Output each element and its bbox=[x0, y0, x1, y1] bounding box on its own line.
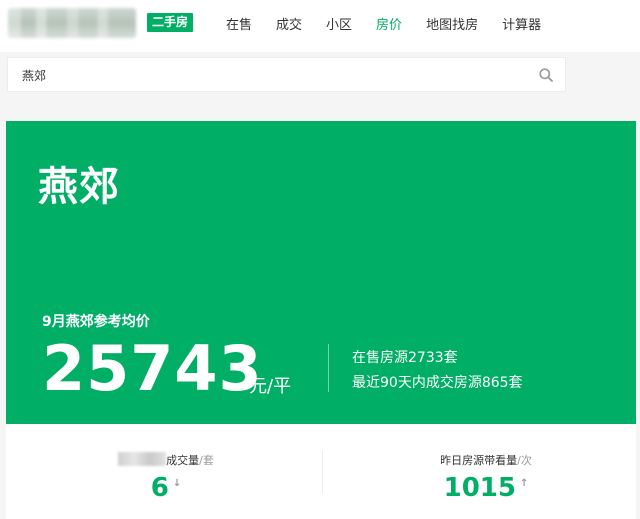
arrow-down-icon: ↓ bbox=[172, 478, 182, 489]
stat-label: 成交量/套 bbox=[16, 452, 316, 468]
search-bar bbox=[7, 57, 566, 92]
header: 二手房 在售 成交 小区 房价 地图找房 计算器 bbox=[0, 0, 640, 52]
stat-value: 6 ↓ bbox=[150, 473, 182, 503]
main-nav: 在售 成交 小区 房价 地图找房 计算器 bbox=[226, 14, 541, 33]
search-input[interactable] bbox=[22, 66, 522, 84]
price-hero: 燕郊 9月燕郊参考均价 25743 元/平 在售房源2733套 最近90天内成交… bbox=[6, 121, 636, 424]
average-price: 25743 bbox=[42, 332, 263, 405]
nav-item-map-search[interactable]: 地图找房 bbox=[426, 14, 478, 33]
logo[interactable] bbox=[8, 8, 136, 38]
stat-value: 1015 ↑ bbox=[443, 473, 529, 503]
stat-label: 昨日房源带看量/次 bbox=[440, 454, 532, 467]
page-title: 燕郊 bbox=[38, 164, 120, 210]
price-label: 9月燕郊参考均价 bbox=[42, 314, 150, 330]
stats-panel: 成交量/套 6 ↓ 昨日房源带看量/次 1015 ↑ bbox=[6, 424, 636, 519]
recent-sold-count[interactable]: 最近90天内成交房源865套 bbox=[352, 372, 523, 392]
nav-item-prices[interactable]: 房价 bbox=[376, 14, 402, 33]
price-unit: 元/平 bbox=[249, 376, 292, 397]
divider bbox=[322, 450, 323, 494]
search-icon[interactable] bbox=[539, 68, 553, 82]
nav-item-community[interactable]: 小区 bbox=[326, 14, 352, 33]
divider bbox=[328, 344, 329, 392]
redacted-text bbox=[118, 452, 167, 466]
section-badge[interactable]: 二手房 bbox=[147, 13, 194, 32]
arrow-up-icon: ↑ bbox=[519, 478, 529, 489]
stat-sold-volume: 成交量/套 6 ↓ bbox=[16, 452, 316, 504]
nav-item-sold[interactable]: 成交 bbox=[276, 14, 302, 33]
on-sale-count[interactable]: 在售房源2733套 bbox=[352, 347, 458, 367]
stat-viewings: 昨日房源带看量/次 1015 ↑ bbox=[336, 452, 636, 504]
nav-item-calculator[interactable]: 计算器 bbox=[502, 14, 541, 33]
nav-item-on-sale[interactable]: 在售 bbox=[226, 14, 252, 33]
